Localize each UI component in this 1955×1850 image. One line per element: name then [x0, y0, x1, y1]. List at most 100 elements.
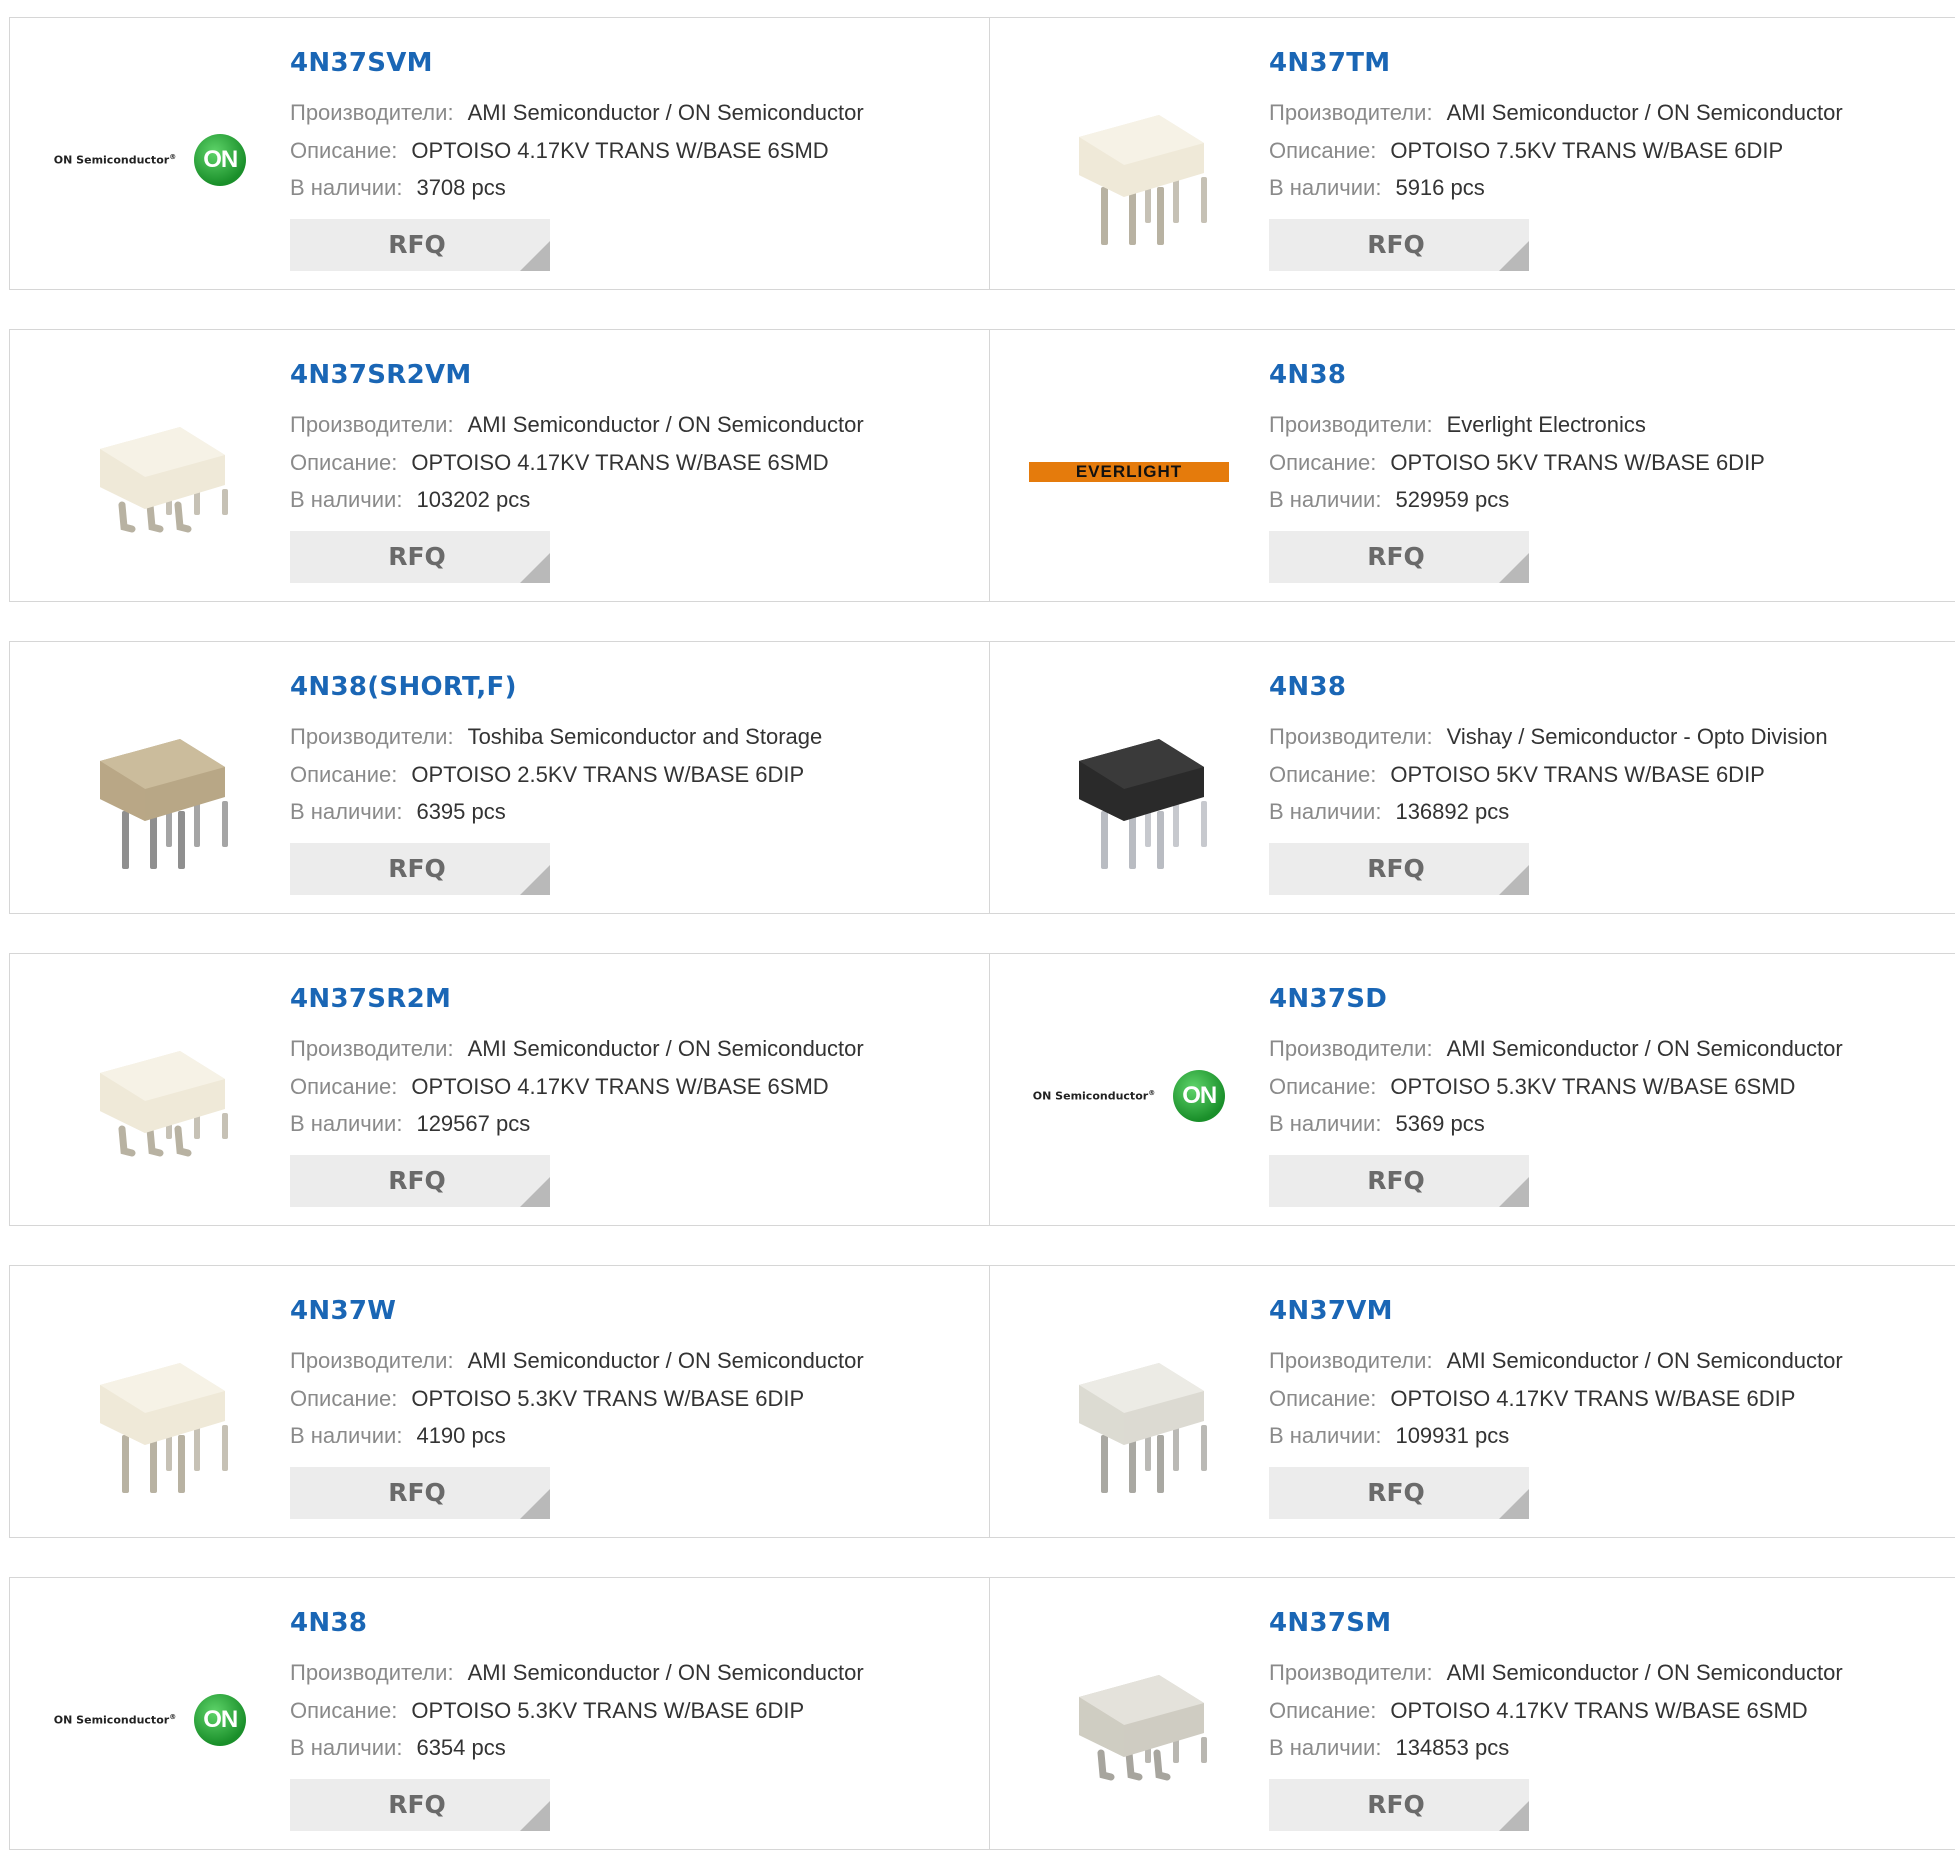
product-image [50, 996, 250, 1196]
part-number-link[interactable]: 4N38 [1269, 672, 1346, 702]
part-number-link[interactable]: 4N38 [290, 1608, 367, 1638]
rfq-label: RFQ [1367, 1478, 1425, 1507]
rfq-button[interactable]: RFQ [290, 843, 550, 895]
stock-label: В наличии: [1269, 1111, 1382, 1136]
part-number-link[interactable]: 4N38(SHORT,F) [290, 672, 517, 702]
rfq-button[interactable]: RFQ [290, 531, 550, 583]
manufacturer-label: Производители: [290, 724, 454, 749]
product-card: 4N37SR2VM Производители: AMI Semiconducto… [10, 330, 990, 601]
stock-label: В наличии: [290, 1423, 403, 1448]
description-label: Описание: [1269, 1386, 1377, 1411]
manufacturer-value: AMI Semiconductor / ON Semiconductor [467, 1036, 864, 1061]
rfq-corner-decoration [520, 1489, 550, 1519]
stock-label: В наличии: [290, 799, 403, 824]
stock-line: В наличии: 6395 pcs [290, 799, 506, 825]
rfq-button[interactable]: RFQ [1269, 531, 1529, 583]
rfq-button[interactable]: RFQ [290, 1155, 550, 1207]
stock-label: В наличии: [1269, 175, 1382, 200]
rfq-button[interactable]: RFQ [1269, 219, 1529, 271]
rfq-corner-decoration [520, 241, 550, 271]
part-number-link[interactable]: 4N37TM [1269, 48, 1390, 78]
manufacturer-line: Производители: Toshiba Semiconductor and … [290, 724, 822, 750]
description-value: OPTOISO 4.17KV TRANS W/BASE 6DIP [1390, 1386, 1796, 1411]
product-row: 4N38(SHORT,F) Производители: Toshiba Semi… [9, 641, 1955, 914]
stock-value: 134853 pcs [1395, 1735, 1510, 1760]
rfq-corner-decoration [1499, 553, 1529, 583]
description-label: Описание: [1269, 1698, 1377, 1723]
manufacturer-label: Производители: [1269, 1348, 1433, 1373]
description-value: OPTOISO 2.5KV TRANS W/BASE 6DIP [411, 762, 805, 787]
rfq-button[interactable]: RFQ [1269, 843, 1529, 895]
rfq-button[interactable]: RFQ [1269, 1779, 1529, 1831]
stock-label: В наличии: [290, 1111, 403, 1136]
description-value: OPTOISO 4.17KV TRANS W/BASE 6SMD [411, 450, 829, 475]
part-number-link[interactable]: 4N37W [290, 1296, 396, 1326]
product-card: 4N38(SHORT,F) Производители: Toshiba Semi… [10, 642, 990, 913]
part-number-link[interactable]: 4N38 [1269, 360, 1346, 390]
stock-line: В наличии: 5916 pcs [1269, 175, 1485, 201]
product-card: ON Semiconductor® ON 4N38 Производители:… [10, 1578, 990, 1849]
rfq-label: RFQ [388, 1790, 446, 1819]
rfq-corner-decoration [1499, 241, 1529, 271]
stock-line: В наличии: 129567 pcs [290, 1111, 530, 1137]
part-number-link[interactable]: 4N37VM [1269, 1296, 1393, 1326]
product-row: ON Semiconductor® ON 4N37SVM Производите… [9, 17, 1955, 290]
manufacturer-line: Производители: AMI Semiconductor / ON Sem… [1269, 100, 1843, 126]
manufacturer-line: Производители: AMI Semiconductor / ON Sem… [290, 1348, 864, 1374]
manufacturer-value: AMI Semiconductor / ON Semiconductor [467, 1660, 864, 1685]
rfq-button[interactable]: RFQ [290, 1779, 550, 1831]
part-number-link[interactable]: 4N37SVM [290, 48, 433, 78]
description-label: Описание: [1269, 450, 1377, 475]
manufacturer-label: Производители: [1269, 412, 1433, 437]
product-image [50, 372, 250, 572]
rfq-label: RFQ [388, 1478, 446, 1507]
description-label: Описание: [290, 1698, 398, 1723]
description-label: Описание: [290, 1074, 398, 1099]
on-semiconductor-logo: ON Semiconductor® ON [50, 60, 250, 260]
description-value: OPTOISO 5KV TRANS W/BASE 6DIP [1390, 762, 1765, 787]
description-value: OPTOISO 4.17KV TRANS W/BASE 6SMD [1390, 1698, 1808, 1723]
stock-line: В наличии: 5369 pcs [1269, 1111, 1485, 1137]
stock-value: 103202 pcs [416, 487, 531, 512]
product-card: ON Semiconductor® ON 4N37SD Производител… [989, 954, 1955, 1225]
rfq-corner-decoration [1499, 1489, 1529, 1519]
manufacturer-line: Производители: Everlight Electronics [1269, 412, 1646, 438]
rfq-button[interactable]: RFQ [290, 1467, 550, 1519]
part-number-link[interactable]: 4N37SR2M [290, 984, 451, 1014]
description-value: OPTOISO 5.3KV TRANS W/BASE 6DIP [411, 1698, 805, 1723]
manufacturer-line: Производители: AMI Semiconductor / ON Sem… [290, 412, 864, 438]
everlight-logo: EVERLIGHT [1029, 372, 1229, 572]
manufacturer-line: Производители: AMI Semiconductor / ON Sem… [290, 1660, 864, 1686]
manufacturer-label: Производители: [290, 100, 454, 125]
rfq-corner-decoration [1499, 1801, 1529, 1831]
stock-value: 109931 pcs [1395, 1423, 1510, 1448]
rfq-corner-decoration [1499, 1177, 1529, 1207]
on-semi-logo-mark: ON [194, 1694, 247, 1746]
description-value: OPTOISO 5KV TRANS W/BASE 6DIP [1390, 450, 1765, 475]
part-number-link[interactable]: 4N37SR2VM [290, 360, 472, 390]
part-number-link[interactable]: 4N37SD [1269, 984, 1387, 1014]
product-row: 4N37SR2VM Производители: AMI Semiconducto… [9, 329, 1955, 602]
manufacturer-label: Производители: [1269, 724, 1433, 749]
rfq-button[interactable]: RFQ [1269, 1467, 1529, 1519]
stock-line: В наличии: 136892 pcs [1269, 799, 1509, 825]
manufacturer-value: AMI Semiconductor / ON Semiconductor [467, 100, 864, 125]
rfq-button[interactable]: RFQ [1269, 1155, 1529, 1207]
product-image [1029, 1620, 1229, 1820]
stock-label: В наличии: [1269, 487, 1382, 512]
product-image [1029, 684, 1229, 884]
rfq-label: RFQ [1367, 542, 1425, 571]
manufacturer-label: Производители: [290, 412, 454, 437]
description-value: OPTOISO 5.3KV TRANS W/BASE 6SMD [1390, 1074, 1796, 1099]
manufacturer-line: Производители: AMI Semiconductor / ON Sem… [290, 1036, 864, 1062]
part-number-link[interactable]: 4N37SM [1269, 1608, 1391, 1638]
description-line: Описание: OPTOISO 5.3KV TRANS W/BASE 6SMD [1269, 1074, 1795, 1100]
rfq-label: RFQ [388, 230, 446, 259]
manufacturer-line: Производители: AMI Semiconductor / ON Sem… [1269, 1660, 1843, 1686]
description-line: Описание: OPTOISO 5KV TRANS W/BASE 6DIP [1269, 450, 1765, 476]
rfq-button[interactable]: RFQ [290, 219, 550, 271]
stock-line: В наличии: 134853 pcs [1269, 1735, 1509, 1761]
description-line: Описание: OPTOISO 4.17KV TRANS W/BASE 6SM… [290, 450, 829, 476]
stock-label: В наличии: [290, 1735, 403, 1760]
manufacturer-value: Toshiba Semiconductor and Storage [467, 724, 823, 749]
